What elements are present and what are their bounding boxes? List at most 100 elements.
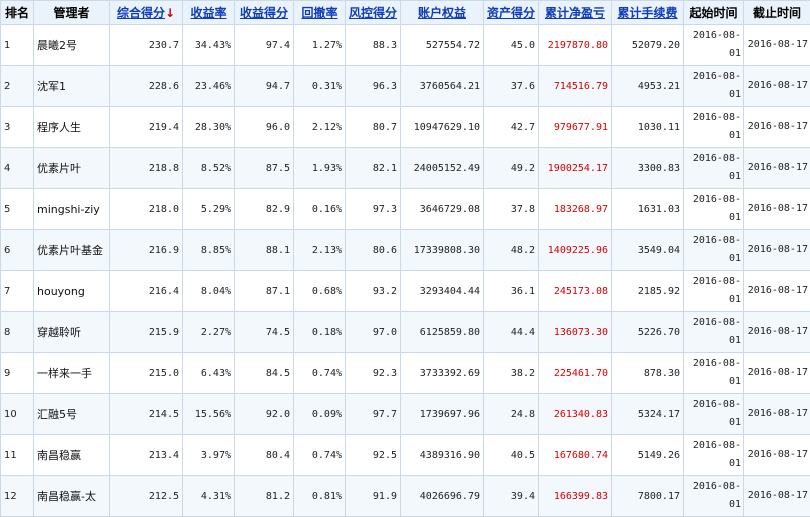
end-date-cell: 2016-08-17 (744, 25, 810, 66)
fees-cell: 52079.20 (612, 25, 684, 66)
composite-score-cell: 215.0 (110, 353, 183, 394)
col-header-equity[interactable]: 账户权益 (401, 1, 484, 25)
col-header-end: 截止时间 (744, 1, 810, 25)
table-row[interactable]: 2沈军1228.623.46%94.70.31%96.33760564.2137… (1, 66, 810, 107)
equity-cell: 1739697.96 (401, 394, 484, 435)
col-header-drawdown[interactable]: 回撤率 (294, 1, 346, 25)
asset-score-cell: 42.7 (484, 107, 539, 148)
return-score-cell: 87.5 (235, 148, 294, 189)
col-header-return-score[interactable]: 收益得分 (235, 1, 294, 25)
equity-cell: 3733392.69 (401, 353, 484, 394)
fees-cell: 1631.03 (612, 189, 684, 230)
manager-cell: 优素片叶 (34, 148, 110, 189)
sort-composite-link[interactable]: 综合得分 (117, 6, 165, 20)
col-header-fees[interactable]: 累计手续费 (612, 1, 684, 25)
table-row[interactable]: 7houyong216.48.04%87.10.68%93.23293404.4… (1, 271, 810, 312)
col-header-asset-score[interactable]: 资产得分 (484, 1, 539, 25)
sort-equity-link[interactable]: 账户权益 (418, 6, 466, 20)
table-row[interactable]: 8穿越聆听215.92.27%74.50.18%97.06125859.8044… (1, 312, 810, 353)
table-row[interactable]: 3程序人生219.428.30%96.02.12%80.710947629.10… (1, 107, 810, 148)
manager-cell: houyong (34, 271, 110, 312)
risk-score-cell: 92.3 (346, 353, 401, 394)
manager-cell: 晨曦2号 (34, 25, 110, 66)
sort-risk-score-link[interactable]: 风控得分 (349, 6, 397, 20)
return-rate-cell: 8.85% (183, 230, 235, 271)
header-row: 排名 管理者 综合得分↓ 收益率 收益得分 回撤率 风控得分 账户权益 资产得分… (1, 1, 810, 25)
risk-score-cell: 80.7 (346, 107, 401, 148)
return-score-cell: 92.0 (235, 394, 294, 435)
return-score-cell: 74.5 (235, 312, 294, 353)
col-header-risk-score[interactable]: 风控得分 (346, 1, 401, 25)
leaderboard-table: 排名 管理者 综合得分↓ 收益率 收益得分 回撤率 风控得分 账户权益 资产得分… (0, 0, 810, 517)
start-header-label: 起始时间 (689, 6, 737, 20)
asset-score-cell: 45.0 (484, 25, 539, 66)
table-row[interactable]: 12南昌稳赢-太212.54.31%81.20.81%91.94026696.7… (1, 476, 810, 517)
table-row[interactable]: 5mingshi-ziy218.05.29%82.90.16%97.336467… (1, 189, 810, 230)
manager-cell: 南昌稳赢-太 (34, 476, 110, 517)
rank-cell: 7 (1, 271, 34, 312)
start-date-cell: 2016-08-01 (684, 476, 744, 517)
start-date-cell: 2016-08-01 (684, 230, 744, 271)
asset-score-cell: 24.8 (484, 394, 539, 435)
sort-asset-score-link[interactable]: 资产得分 (487, 6, 535, 20)
manager-cell: 程序人生 (34, 107, 110, 148)
table-row[interactable]: 6优素片叶基金216.98.85%88.12.13%80.617339808.3… (1, 230, 810, 271)
equity-cell: 3760564.21 (401, 66, 484, 107)
rank-cell: 6 (1, 230, 34, 271)
start-date-cell: 2016-08-01 (684, 271, 744, 312)
sort-net-pnl-link[interactable]: 累计净盈亏 (545, 6, 605, 20)
asset-score-cell: 49.2 (484, 148, 539, 189)
table-row[interactable]: 11南昌稳赢213.43.97%80.40.74%92.54389316.904… (1, 435, 810, 476)
sort-fees-link[interactable]: 累计手续费 (617, 6, 677, 20)
equity-cell: 17339808.30 (401, 230, 484, 271)
return-score-cell: 82.9 (235, 189, 294, 230)
composite-score-cell: 218.8 (110, 148, 183, 189)
col-header-manager: 管理者 (34, 1, 110, 25)
risk-score-cell: 91.9 (346, 476, 401, 517)
return-rate-cell: 28.30% (183, 107, 235, 148)
composite-score-cell: 228.6 (110, 66, 183, 107)
col-header-return-rate[interactable]: 收益率 (183, 1, 235, 25)
net-pnl-cell: 714516.79 (539, 66, 612, 107)
equity-cell: 24005152.49 (401, 148, 484, 189)
sort-return-rate-link[interactable]: 收益率 (190, 6, 226, 20)
composite-score-cell: 230.7 (110, 25, 183, 66)
risk-score-cell: 92.5 (346, 435, 401, 476)
end-date-cell: 2016-08-17 (744, 271, 810, 312)
net-pnl-cell: 136073.30 (539, 312, 612, 353)
equity-cell: 527554.72 (401, 25, 484, 66)
col-header-composite[interactable]: 综合得分↓ (110, 1, 183, 25)
manager-cell: 优素片叶基金 (34, 230, 110, 271)
drawdown-cell: 0.81% (294, 476, 346, 517)
rank-cell: 10 (1, 394, 34, 435)
sort-return-score-link[interactable]: 收益得分 (240, 6, 288, 20)
return-rate-cell: 8.52% (183, 148, 235, 189)
return-score-cell: 88.1 (235, 230, 294, 271)
drawdown-cell: 1.27% (294, 25, 346, 66)
end-date-cell: 2016-08-17 (744, 476, 810, 517)
return-rate-cell: 3.97% (183, 435, 235, 476)
col-header-net-pnl[interactable]: 累计净盈亏 (539, 1, 612, 25)
sort-drawdown-link[interactable]: 回撤率 (301, 6, 337, 20)
composite-score-cell: 216.4 (110, 271, 183, 312)
start-date-cell: 2016-08-01 (684, 66, 744, 107)
return-score-cell: 87.1 (235, 271, 294, 312)
table-row[interactable]: 9一样来一手215.06.43%84.50.74%92.33733392.693… (1, 353, 810, 394)
return-score-cell: 80.4 (235, 435, 294, 476)
table-row[interactable]: 4优素片叶218.88.52%87.51.93%82.124005152.494… (1, 148, 810, 189)
net-pnl-cell: 1900254.17 (539, 148, 612, 189)
fees-cell: 7800.17 (612, 476, 684, 517)
drawdown-cell: 0.74% (294, 353, 346, 394)
net-pnl-cell: 225461.70 (539, 353, 612, 394)
risk-score-cell: 82.1 (346, 148, 401, 189)
drawdown-cell: 2.13% (294, 230, 346, 271)
drawdown-cell: 0.09% (294, 394, 346, 435)
composite-score-cell: 212.5 (110, 476, 183, 517)
return-rate-cell: 4.31% (183, 476, 235, 517)
net-pnl-cell: 166399.83 (539, 476, 612, 517)
rank-cell: 3 (1, 107, 34, 148)
table-row[interactable]: 10汇融5号214.515.56%92.00.09%97.71739697.96… (1, 394, 810, 435)
fees-cell: 5149.26 (612, 435, 684, 476)
table-row[interactable]: 1晨曦2号230.734.43%97.41.27%88.3527554.7245… (1, 25, 810, 66)
rank-cell: 8 (1, 312, 34, 353)
